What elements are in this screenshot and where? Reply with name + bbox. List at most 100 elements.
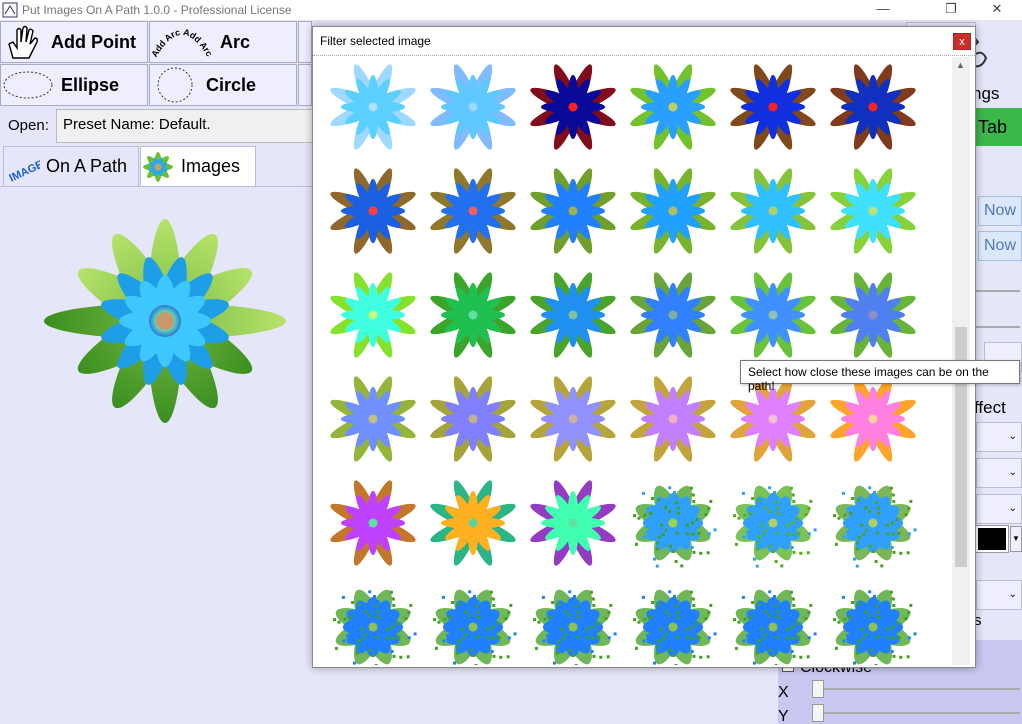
flower-icon	[143, 151, 173, 182]
flower-image-cell[interactable]	[323, 577, 423, 665]
tab-images[interactable]: Images	[140, 146, 256, 186]
flower-image-cell[interactable]	[823, 161, 923, 261]
flower-image	[330, 64, 416, 150]
flower-image-cell[interactable]	[723, 473, 823, 573]
flower-image	[830, 376, 916, 462]
image-text-icon: IMAGE	[7, 158, 40, 181]
dropdown-partial-2[interactable]: ⌄	[976, 458, 1022, 488]
dropdown-partial-3[interactable]: ⌄	[976, 494, 1022, 524]
arc-button[interactable]: Add Arc Add Arc Arc	[149, 21, 297, 63]
flower-image	[730, 64, 816, 150]
minimize-button[interactable]: —	[860, 0, 906, 20]
flower-image	[433, 589, 517, 665]
flower-image-cell[interactable]	[623, 369, 723, 469]
now-button-2[interactable]: Now	[978, 231, 1022, 261]
dialog-close-button[interactable]: x	[953, 33, 971, 50]
flower-image-cell[interactable]	[623, 57, 723, 157]
x-label: X	[778, 684, 789, 701]
color-dropdown-arrow[interactable]: ▼	[1010, 526, 1022, 552]
flower-image-cell[interactable]	[523, 577, 623, 665]
flower-image-cell[interactable]	[323, 473, 423, 573]
ellipse-icon	[3, 71, 53, 99]
flower-image-cell[interactable]	[623, 577, 723, 665]
toolbar-button-partial[interactable]	[298, 64, 312, 106]
circle-button[interactable]: Circle	[149, 64, 297, 106]
flower-image	[730, 168, 816, 254]
new-tab-button-partial[interactable]: Tab	[968, 108, 1022, 146]
selected-flower-image[interactable]	[38, 211, 292, 431]
flower-image-cell[interactable]	[823, 473, 923, 573]
flower-image	[833, 485, 917, 568]
flower-image-cell[interactable]	[823, 369, 923, 469]
flower-image	[530, 168, 616, 254]
flower-image-cell[interactable]	[623, 473, 723, 573]
flower-image-cell[interactable]	[723, 577, 823, 665]
flower-image	[530, 272, 616, 358]
circle-icon	[157, 67, 193, 103]
preset-name-field[interactable]: Preset Name: Default.	[56, 109, 326, 143]
now-button-1[interactable]: Now	[978, 196, 1022, 226]
flower-image-cell[interactable]	[523, 369, 623, 469]
x-slider-track[interactable]	[814, 688, 1020, 690]
flower-image-cell[interactable]	[823, 57, 923, 157]
flower-image-cell[interactable]	[323, 161, 423, 261]
flower-image-cell[interactable]	[323, 369, 423, 469]
flower-image	[430, 480, 516, 566]
slider-track-partial[interactable]	[976, 290, 1020, 292]
flower-image	[630, 168, 716, 254]
tab-label-partial: Tab	[978, 117, 1008, 137]
flower-image-cell[interactable]	[523, 161, 623, 261]
flower-image	[633, 589, 717, 665]
tab-images-label: Images	[181, 156, 241, 176]
dropdown-partial-1[interactable]: ⌄	[976, 422, 1022, 452]
slider-track-partial[interactable]	[976, 326, 1020, 328]
y-label: Y	[778, 708, 789, 724]
dialog-divider	[313, 55, 975, 56]
ellipse-button[interactable]: Ellipse	[0, 64, 148, 106]
add-point-button[interactable]: Add Point	[0, 21, 148, 63]
flower-image	[530, 376, 616, 462]
flower-image-cell[interactable]	[823, 265, 923, 365]
flower-image-cell[interactable]	[823, 577, 923, 665]
flower-image	[730, 272, 816, 358]
flower-image	[833, 589, 917, 665]
svg-text:IMAGE: IMAGE	[7, 158, 40, 181]
flower-image-cell[interactable]	[523, 473, 623, 573]
dialog-title: Filter selected image	[320, 34, 431, 48]
flower-image-cell[interactable]	[623, 265, 723, 365]
scroll-up-icon[interactable]: ▲	[956, 60, 965, 70]
flower-image-cell[interactable]	[423, 57, 523, 157]
flower-image	[430, 272, 516, 358]
title-bar: Put Images On A Path 1.0.0 - Professiona…	[0, 0, 1022, 20]
flower-image-cell[interactable]	[423, 369, 523, 469]
flower-image-cell[interactable]	[623, 161, 723, 261]
flower-image	[633, 485, 717, 568]
arc-label: Arc	[220, 31, 251, 52]
x-slider-thumb[interactable]	[812, 680, 824, 698]
flower-image-cell[interactable]	[523, 57, 623, 157]
y-slider-thumb[interactable]	[812, 704, 824, 722]
toolbar-button-partial[interactable]	[298, 21, 312, 63]
tab-on-a-path-label: On A Path	[46, 156, 128, 176]
flower-image-cell[interactable]	[523, 265, 623, 365]
flower-image-cell[interactable]	[723, 161, 823, 261]
flower-image-cell[interactable]	[423, 161, 523, 261]
flower-image-cell[interactable]	[423, 577, 523, 665]
y-slider-track[interactable]	[814, 712, 1020, 714]
close-button[interactable]: ✕	[974, 0, 1020, 20]
flower-image-cell[interactable]	[323, 57, 423, 157]
flower-image-cell[interactable]	[423, 265, 523, 365]
flower-image	[530, 64, 616, 150]
tab-on-a-path[interactable]: IMAGE On A Path	[3, 146, 139, 186]
flower-image-cell[interactable]	[323, 265, 423, 365]
flower-image-cell[interactable]	[423, 473, 523, 573]
restore-button[interactable]: ❐	[928, 0, 974, 20]
flower-image	[330, 480, 416, 566]
flower-image-cell[interactable]	[723, 57, 823, 157]
flower-image	[830, 64, 916, 150]
flower-image-cell[interactable]	[723, 265, 823, 365]
dropdown-partial-4[interactable]: ⌄	[976, 580, 1022, 610]
color-swatch[interactable]	[975, 525, 1009, 553]
open-label: Open:	[8, 117, 49, 134]
flower-image	[330, 168, 416, 254]
